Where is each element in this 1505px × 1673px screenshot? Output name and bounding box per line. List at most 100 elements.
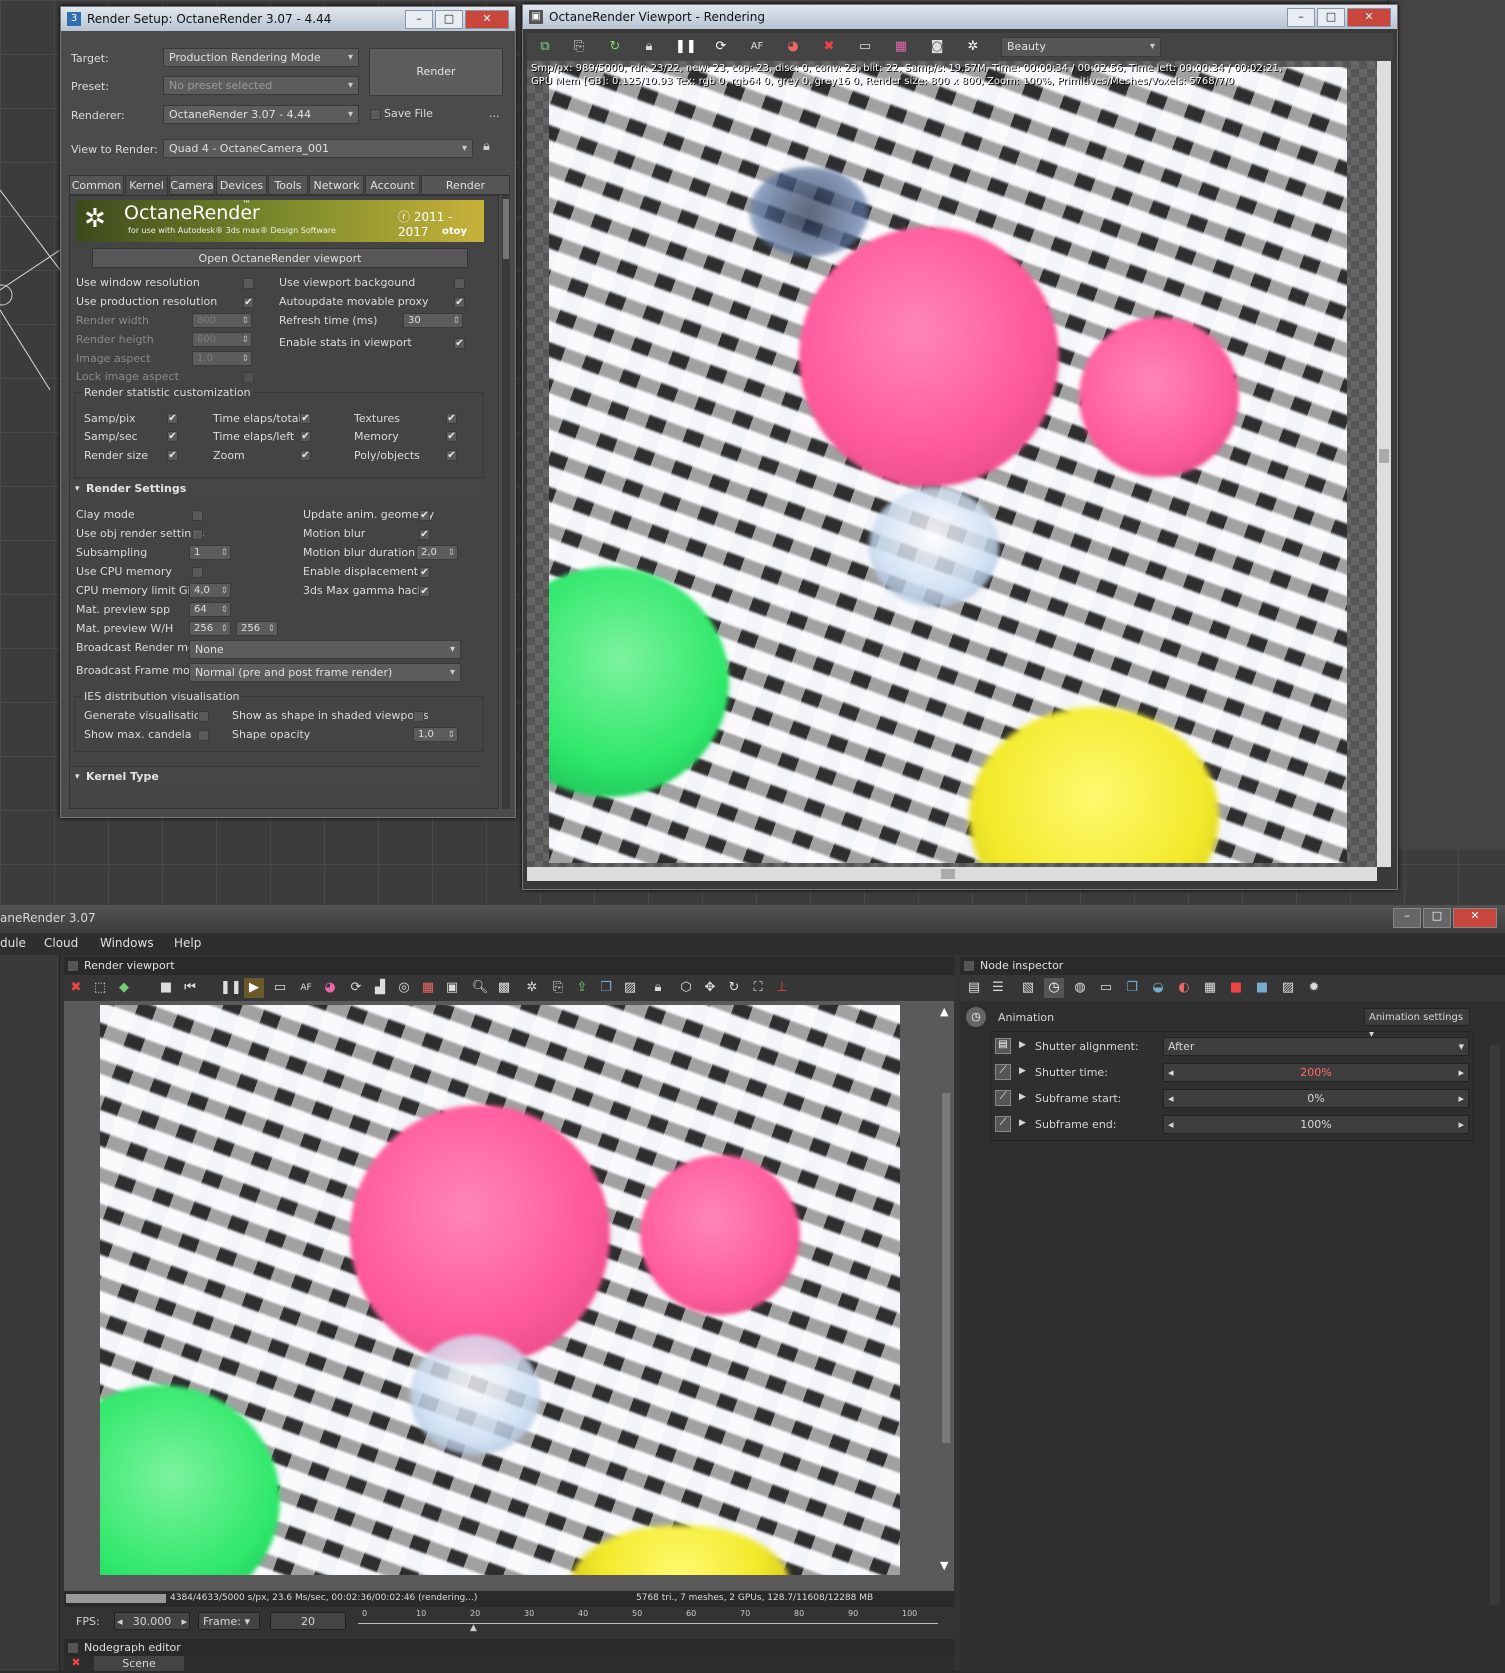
stat-zoom-checkbox[interactable]: ✔ (300, 450, 311, 461)
ies-opacity-spinner[interactable]: 1,0 (413, 727, 458, 742)
tab-devices[interactable]: Devices (216, 175, 267, 195)
stop-render-icon[interactable]: ✖ (66, 978, 86, 998)
scene-tab[interactable]: Scene (94, 1656, 184, 1671)
maximize-button[interactable]: □ (1317, 8, 1345, 27)
rewind-icon[interactable]: ⏮ (180, 978, 200, 998)
export-icon[interactable]: ⇪ (572, 978, 592, 998)
list-icon[interactable]: ☰ (988, 978, 1008, 998)
panel-toggle-icon[interactable] (68, 1643, 78, 1653)
octane-viewport-titlebar[interactable]: ▣ OctaneRender Viewport - Rendering – □ … (523, 5, 1397, 29)
timeline-playhead-icon[interactable]: ▲ (470, 1623, 477, 1633)
ies-generate-checkbox[interactable] (198, 711, 209, 722)
stat-render-size-checkbox[interactable]: ✔ (167, 450, 178, 461)
save-file-browse-button[interactable]: ... (489, 107, 500, 120)
menu-windows[interactable]: Windows (100, 936, 154, 950)
menu-cloud[interactable]: Cloud (44, 936, 78, 950)
broadcast-render-mode-dropdown[interactable]: None (189, 640, 461, 659)
stat-samp-pix-checkbox[interactable]: ✔ (167, 413, 178, 424)
sun-icon[interactable]: ✹ (1304, 978, 1324, 998)
shutter-time-slider[interactable]: ◂ 200% ▸ (1163, 1063, 1469, 1082)
mat-preview-height-spinner[interactable]: 256 (236, 621, 278, 636)
slider-left-icon[interactable]: ◂ (1164, 1090, 1174, 1108)
render-target-icon[interactable]: ◍ (1070, 978, 1090, 998)
slider-left-icon[interactable]: ◂ (1164, 1116, 1174, 1134)
settings-icon[interactable]: ✲ (963, 37, 983, 57)
grid-icon[interactable]: ▩ (494, 978, 514, 998)
close-button[interactable]: ✕ (465, 10, 509, 29)
color-picker-icon[interactable]: ◕ (783, 37, 803, 57)
slider-right-icon[interactable]: ▸ (1458, 1090, 1468, 1108)
lock-render-icon[interactable]: 🔒︎ (639, 37, 659, 57)
material-icon[interactable]: ◐ (1174, 978, 1194, 998)
motion-blur-duration-spinner[interactable]: 2,0 (416, 545, 458, 560)
autofocus-icon[interactable]: AF (747, 37, 767, 57)
save-icon[interactable]: ▤ (964, 978, 984, 998)
axis-icon[interactable]: ⊥ (772, 978, 792, 998)
mat-preview-spp-spinner[interactable]: 64 (189, 602, 231, 617)
panel-toggle-icon[interactable] (964, 961, 974, 971)
play-icon[interactable]: ▶ (244, 978, 264, 998)
slider-left-icon[interactable]: ◂ (1164, 1064, 1174, 1082)
maximize-button[interactable]: □ (1423, 908, 1451, 928)
enable-displacement-checkbox[interactable]: ✔ (419, 567, 430, 578)
texture-icon[interactable]: ▦ (1200, 978, 1220, 998)
lock-icon[interactable]: 🔒︎ (648, 978, 668, 998)
pause-icon[interactable]: ❚❚ (675, 37, 697, 57)
viewport-vertical-scrollbar[interactable] (1377, 61, 1391, 867)
rotate-icon[interactable]: ↻ (724, 978, 744, 998)
update-anim-geometry-checkbox[interactable]: ✔ (419, 510, 430, 521)
frame-field[interactable]: 20 (270, 1612, 346, 1630)
viewport-canvas[interactable]: Smp/px: 989/5000, rdr: 23/22, new: 23, c… (527, 61, 1377, 867)
maximize-button[interactable]: □ (435, 10, 463, 29)
open-octane-viewport-button[interactable]: Open OctaneRender viewport (92, 248, 468, 268)
mat-preview-width-spinner[interactable]: 256 (189, 621, 231, 636)
lock-icon[interactable]: 🔒︎ (483, 139, 497, 157)
save-file-checkbox[interactable] (370, 109, 381, 120)
lock-image-aspect-checkbox[interactable] (243, 372, 254, 383)
stat-memory-checkbox[interactable]: ✔ (446, 431, 457, 442)
display-icon[interactable]: ▭ (855, 37, 875, 57)
render-width-spinner[interactable]: 800 (192, 313, 252, 328)
color-picker-icon[interactable]: ◕ (320, 978, 340, 998)
tab-kernel[interactable]: Kernel (125, 175, 168, 195)
render-settings-rollout[interactable]: Render Settings (70, 478, 480, 499)
use-obj-render-settings-checkbox[interactable] (192, 529, 203, 540)
image-aspect-spinner[interactable]: 1,0 (192, 351, 252, 366)
tab-network[interactable]: Network (309, 175, 364, 195)
frame-dropdown[interactable]: Frame: ▾ (198, 1612, 260, 1630)
enable-stats-checkbox[interactable]: ✔ (454, 338, 465, 349)
renderer-dropdown[interactable]: OctaneRender 3.07 - 4.44 (163, 105, 359, 124)
render-button[interactable]: Render (369, 48, 503, 96)
kernel-type-rollout[interactable]: Kernel Type (70, 766, 480, 787)
subframe-end-slider[interactable]: ◂ 100% ▸ (1163, 1115, 1469, 1134)
render-height-spinner[interactable]: 600 (192, 332, 252, 347)
blue-cube-icon[interactable]: ■ (1252, 978, 1272, 998)
refresh-time-spinner[interactable]: 30 (403, 313, 463, 328)
slider-right-icon[interactable]: ▸ (1458, 1116, 1468, 1134)
minimize-button[interactable]: – (405, 10, 433, 29)
render-pass-dropdown[interactable]: Beauty (1001, 37, 1161, 57)
refresh-icon[interactable]: ⟳ (711, 37, 731, 57)
display-icon[interactable]: ▭ (270, 978, 290, 998)
animation-settings-dropdown[interactable]: Animation settings ▾ (1364, 1008, 1470, 1040)
fps-field[interactable]: ◂ 30.000 ▸ (114, 1612, 190, 1630)
restart-render-icon[interactable]: ↻ (605, 37, 625, 57)
fit-icon[interactable]: ⛶ (748, 978, 768, 998)
clay-mode-checkbox[interactable] (192, 510, 203, 521)
focus-icon[interactable]: ◎ (394, 978, 414, 998)
copy-icon[interactable]: ⎘ (548, 978, 568, 998)
layers-icon[interactable]: ❐ (596, 978, 616, 998)
picture-icon[interactable]: ▨ (1278, 978, 1298, 998)
panel-toggle-icon[interactable] (68, 961, 78, 971)
gear-icon[interactable]: ✲ (522, 978, 542, 998)
cpu-memory-limit-spinner[interactable]: 4,0 (189, 583, 231, 598)
fps-decrement-icon[interactable]: ◂ (115, 1613, 123, 1630)
minimize-button[interactable]: – (1393, 908, 1421, 928)
stat-samp-sec-checkbox[interactable]: ✔ (167, 431, 178, 442)
expand-icon[interactable]: ▶ (1019, 1066, 1026, 1076)
view-to-render-dropdown[interactable]: Quad 4 - OctaneCamera_001 (163, 139, 473, 158)
viewport-horizontal-scrollbar[interactable] (527, 867, 1377, 881)
pause-icon[interactable]: ❚❚ (220, 978, 242, 998)
render-region-icon[interactable]: ⧉ (535, 37, 555, 57)
stop-icon[interactable]: ■ (156, 978, 176, 998)
